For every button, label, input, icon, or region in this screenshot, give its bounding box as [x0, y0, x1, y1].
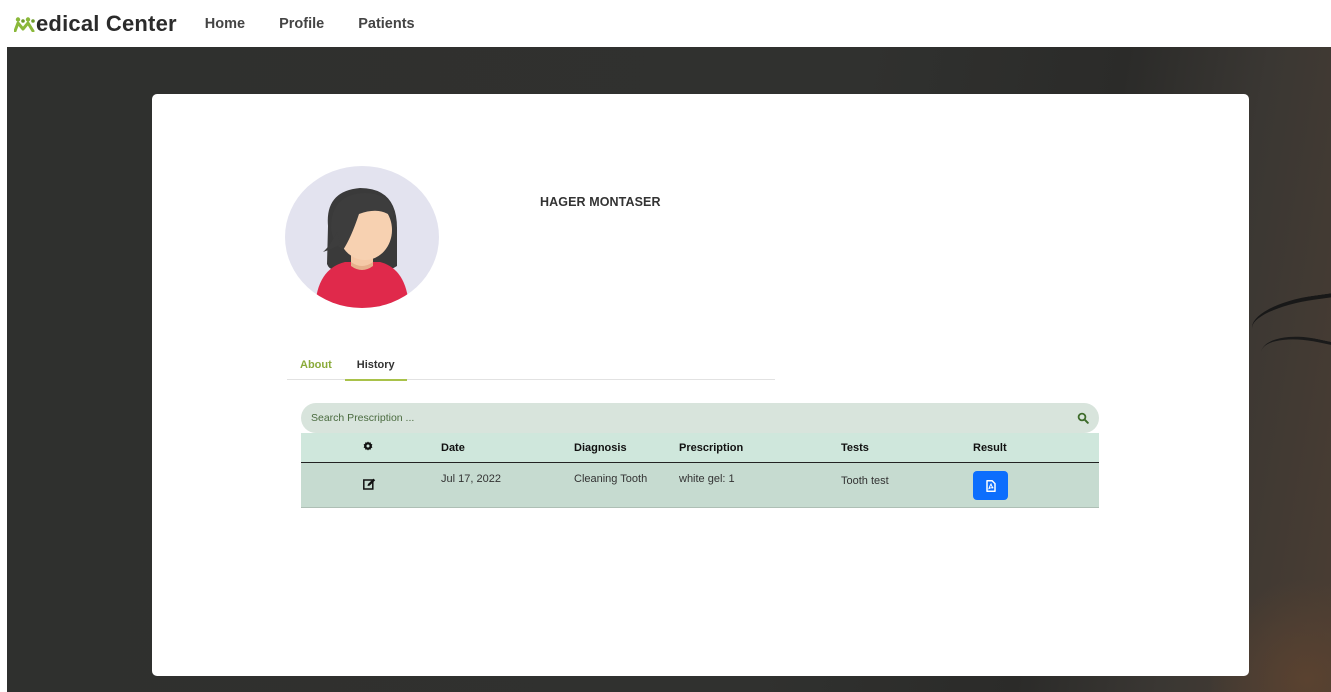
female-avatar-icon	[285, 166, 439, 308]
column-header-prescription: Prescription	[679, 441, 744, 454]
cell-result	[973, 463, 1008, 500]
nav-profile[interactable]: Profile	[279, 16, 324, 32]
search-bar	[301, 403, 1099, 433]
view-result-button[interactable]	[973, 471, 1008, 500]
column-header-tests: Tests	[841, 441, 869, 454]
file-pdf-icon	[985, 479, 996, 492]
nav-home[interactable]: Home	[205, 16, 245, 32]
column-header-diagnosis: Diagnosis	[574, 441, 627, 454]
nav-links: Home Profile Patients	[205, 16, 449, 32]
table-header-settings	[363, 441, 373, 454]
gear-icon	[363, 441, 373, 451]
tab-history[interactable]: History	[344, 356, 407, 381]
row-action	[363, 463, 376, 493]
cell-diagnosis: Cleaning Tooth	[574, 473, 648, 485]
table-row: Jul 17, 2022 Cleaning Tooth white gel: 1…	[301, 463, 1099, 508]
cell-tests: Tooth test	[841, 475, 889, 487]
column-header-date: Date	[441, 441, 465, 454]
edit-icon[interactable]	[363, 478, 376, 490]
patient-name: HAGER MONTASER	[540, 195, 661, 209]
profile-tabs: About History	[287, 356, 775, 381]
cell-date: Jul 17, 2022	[441, 473, 501, 485]
search-input[interactable]	[311, 412, 1051, 424]
search-icon[interactable]	[1077, 412, 1089, 424]
history-table: Date Diagnosis Prescription Tests Result…	[301, 433, 1099, 508]
navbar: edical Center Home Profile Patients	[0, 0, 1331, 47]
profile-card: HAGER MONTASER About History Date Diagno…	[152, 94, 1249, 676]
brand-text: edical Center	[36, 10, 177, 36]
brand[interactable]: edical Center	[14, 0, 177, 47]
column-header-result: Result	[973, 441, 1007, 454]
table-header: Date Diagnosis Prescription Tests Result	[301, 433, 1099, 463]
cell-prescription: white gel: 1	[679, 473, 735, 485]
medical-logo-icon	[14, 16, 35, 32]
nav-patients[interactable]: Patients	[358, 16, 414, 32]
tab-about[interactable]: About	[300, 356, 332, 380]
